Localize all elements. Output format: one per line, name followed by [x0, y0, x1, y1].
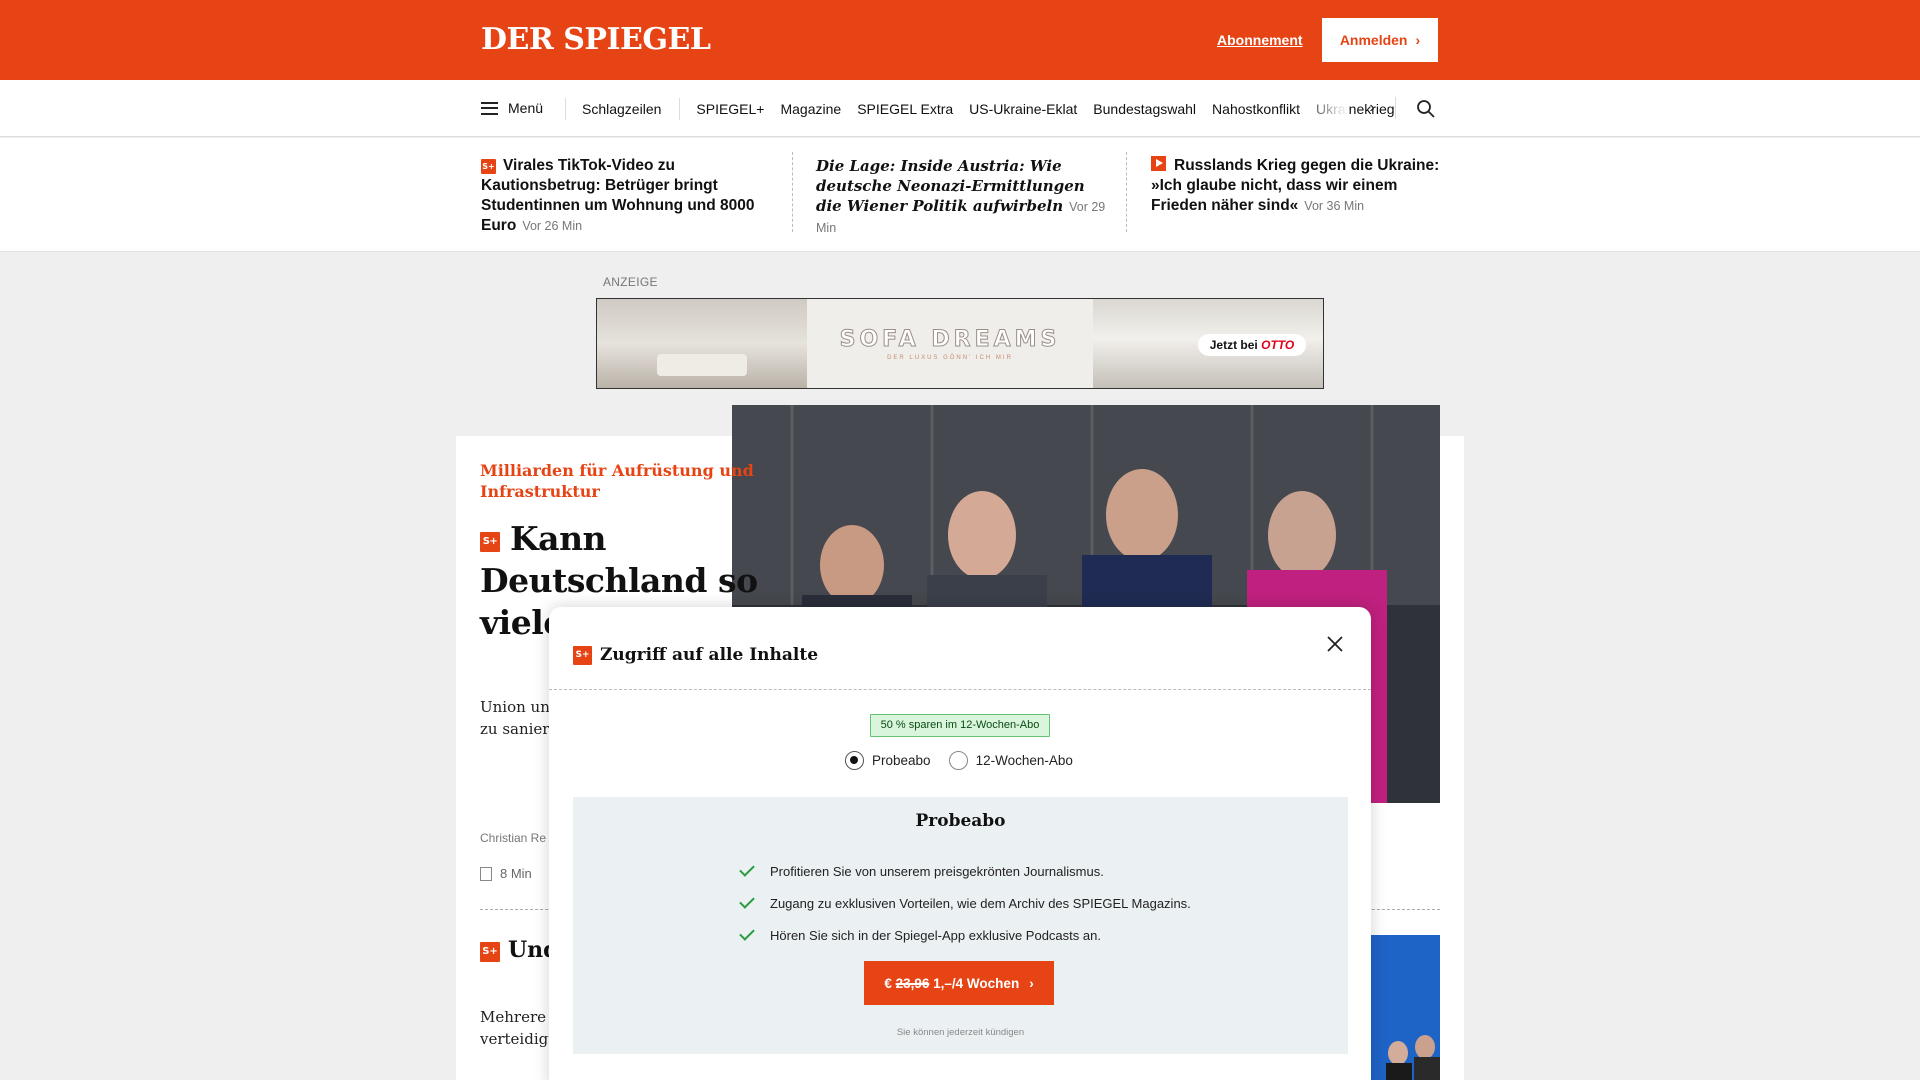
plan-options: Probeabo 12-Wochen-Abo: [845, 751, 1073, 770]
modal-divider: [549, 689, 1371, 690]
ad-label: ANZEIGE: [603, 275, 658, 289]
checkmark-icon: [739, 893, 755, 909]
second-article-image[interactable]: [1370, 935, 1440, 1080]
nav-divider: [679, 98, 681, 120]
cta-currency: €: [884, 975, 892, 991]
savings-badge: 50 % sparen im 12-Wochen-Abo: [870, 714, 1050, 737]
ad-brand-logo: SOFA DREAMS: [839, 326, 1061, 352]
nav-item-us-ukraine-eklat[interactable]: US-Ukraine-Eklat: [969, 99, 1077, 119]
nav-item-spiegel-plus[interactable]: SPIEGEL+: [696, 99, 764, 119]
search-icon[interactable]: [1416, 99, 1436, 119]
spiegel-plus-badge: S+: [573, 645, 592, 665]
ad-cta-prefix: Jetzt bei: [1209, 338, 1258, 352]
ad-cta[interactable]: Jetzt bei OTTO: [1198, 334, 1306, 356]
ticker-item[interactable]: Russlands Krieg gegen die Ukraine: »Ich …: [1151, 156, 1441, 216]
checkmark-icon: [739, 861, 755, 877]
article-kicker[interactable]: Milliarden für Aufrüstung und Infrastruk…: [480, 460, 760, 502]
radio-12-wochen-abo[interactable]: [948, 751, 968, 770]
nav-item-schlagzeilen[interactable]: Schlagzeilen: [582, 99, 661, 119]
ticker-time: Vor 36 Min: [1304, 199, 1365, 213]
nav-item-bundestagswahl[interactable]: Bundestagswahl: [1093, 99, 1196, 119]
ticker-divider: [792, 152, 793, 232]
ad-banner[interactable]: SOFA DREAMS DER LUXUS GÖNN' ICH MIR Jetz…: [596, 298, 1324, 389]
ad-image-sofa: Jetzt bei OTTO: [1093, 299, 1323, 388]
nav-divider: [1395, 97, 1396, 119]
document-icon: [480, 866, 492, 881]
nav-item-spiegel-extra[interactable]: SPIEGEL Extra: [857, 99, 953, 119]
ticker-title: Russlands Krieg gegen die Ukraine: »Ich …: [1151, 157, 1440, 214]
second-photo: [1370, 935, 1440, 1080]
paywall-modal: S+ Zugriff auf alle Inhalte 50 % sparen …: [549, 607, 1371, 1080]
plan-details: Probeabo Profitieren Sie von unserem pre…: [573, 797, 1348, 1054]
benefit-text: Profitieren Sie von unserem preisgekrönt…: [770, 863, 1104, 879]
spiegel-plus-badge: S+: [481, 159, 496, 174]
login-button[interactable]: Anmelden ›: [1322, 18, 1438, 62]
chevron-right-icon: ›: [1029, 975, 1034, 991]
cta-old-price: 23,96: [895, 975, 930, 991]
ad-brand-area: SOFA DREAMS DER LUXUS GÖNN' ICH MIR: [807, 299, 1093, 388]
benefit-list: Profitieren Sie von unserem preisgekrönt…: [739, 855, 1191, 951]
ad-tagline: DER LUXUS GÖNN' ICH MIR: [887, 354, 1013, 361]
plan-title: Probeabo: [915, 811, 1006, 831]
nav-item-magazine[interactable]: Magazine: [780, 99, 841, 119]
modal-title: S+ Zugriff auf alle Inhalte: [573, 645, 818, 665]
article-author: Christian Re: [480, 831, 547, 845]
subscription-link[interactable]: Abonnement: [1217, 31, 1303, 49]
spiegel-logo[interactable]: DER SPIEGEL: [481, 22, 711, 58]
ticker-item[interactable]: S+ Virales TikTok-Video zu Kautionsbetrug…: [481, 156, 771, 236]
benefit-item: Zugang zu exklusiven Vorteilen, wie dem …: [739, 887, 1191, 919]
play-icon: [1151, 156, 1166, 171]
radio-probeabo[interactable]: [845, 751, 864, 770]
nav-fade: [1300, 90, 1348, 126]
benefit-item: Hören Sie sich in der Spiegel-App exklus…: [739, 919, 1191, 951]
ad-image-livingroom: [597, 299, 807, 388]
spiegel-plus-badge: S+: [480, 942, 500, 962]
headline-ticker: S+ Virales TikTok-Video zu Kautionsbetrug…: [0, 138, 1920, 252]
benefit-text: Zugang zu exklusiven Vorteilen, wie dem …: [770, 895, 1191, 911]
menu-label: Menü: [508, 100, 544, 116]
radio-label-12-wochen-abo[interactable]: 12-Wochen-Abo: [976, 753, 1073, 768]
cancel-note: Sie können jederzeit kündigen: [896, 1027, 1025, 1038]
cta-price: 1,–/4 Wochen: [933, 975, 1020, 991]
login-button-label: Anmelden: [1339, 32, 1408, 48]
radio-label-probeabo[interactable]: Probeabo: [872, 753, 931, 768]
hamburger-icon: [481, 101, 498, 115]
main-navigation: Menü Schlagzeilen SPIEGEL+ Magazine SPIE…: [0, 80, 1920, 137]
close-icon[interactable]: [1324, 633, 1346, 655]
benefit-item: Profitieren Sie von unserem preisgekrönt…: [739, 855, 1191, 887]
nav-item-nahostkonflikt[interactable]: Nahostkonflikt: [1212, 99, 1300, 119]
ticker-time: Vor 26 Min: [522, 219, 583, 233]
subscribe-button[interactable]: € 23,96 1,–/4 Wochen ›: [864, 961, 1054, 1005]
checkmark-icon: [739, 925, 755, 941]
top-header: DER SPIEGEL Abonnement Anmelden ›: [0, 0, 1920, 80]
chevron-right-icon: ›: [1415, 32, 1421, 48]
nav-scroll-right-icon[interactable]: ›: [1365, 97, 1379, 119]
read-time: 8 Min: [480, 866, 532, 881]
menu-button[interactable]: Menü: [481, 98, 543, 118]
benefit-text: Hören Sie sich in der Spiegel-App exklus…: [770, 927, 1101, 943]
spiegel-plus-badge: S+: [480, 532, 500, 552]
ticker-item[interactable]: Die Lage: Inside Austria: Wie deutsche N…: [816, 156, 1106, 238]
read-time-value: 8 Min: [500, 866, 532, 881]
nav-divider: [565, 98, 566, 120]
ticker-divider: [1126, 152, 1127, 232]
otto-logo: OTTO: [1261, 338, 1295, 352]
ticker-title: Die Lage: Inside Austria: Wie deutsche N…: [816, 157, 1085, 215]
nav-items: Schlagzeilen SPIEGEL+ Magazine SPIEGEL E…: [565, 98, 1411, 120]
modal-title-text: Zugriff auf alle Inhalte: [600, 645, 819, 665]
